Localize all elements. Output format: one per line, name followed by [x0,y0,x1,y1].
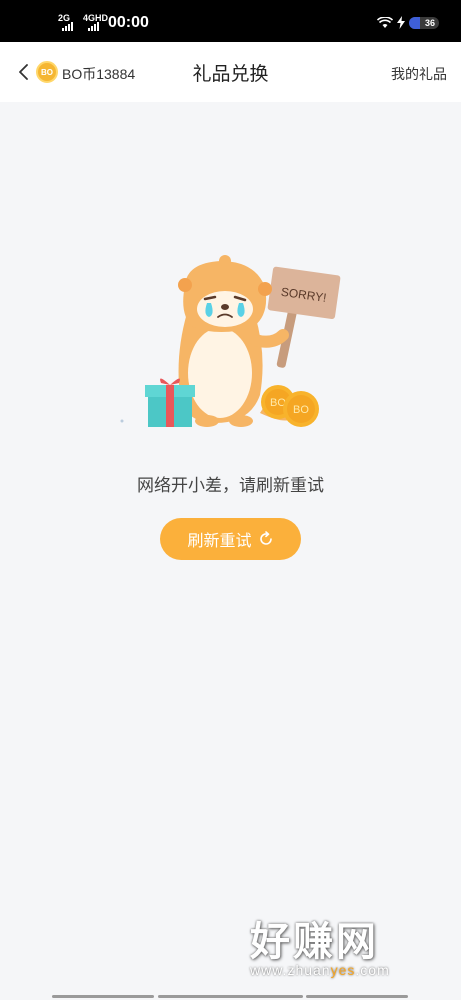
home-indicator [158,995,303,998]
clock: 00:00 [108,14,149,31]
signal-icon [88,22,99,31]
otter-belly [188,328,252,418]
sorry-sign: SORRY! [267,266,341,319]
refresh-icon [259,531,272,545]
refresh-button[interactable]: 刷新重试 [160,518,301,560]
sparkle-dot [120,419,124,423]
sorry-otter-illustration: SORRY! BO BO [120,255,341,427]
watermark: 好赚网 www.zhuanyes.com [250,920,450,978]
charging-icon [397,16,405,29]
battery-level: 36 [424,17,435,28]
network-error-message: 网络开小差，请刷新重试 [137,476,324,495]
otter-ear [258,282,272,296]
home-indicator [52,995,154,998]
tear [237,303,245,317]
gift-box-icon [145,378,195,427]
tear [205,303,213,317]
app-header: BO BO币13884 礼品兑换 我的礼品 [0,42,461,102]
watermark-title: 好赚网 [250,920,379,964]
coin-stack: BO BO [261,385,319,427]
status-bar: 2G 4GHD 00:00 36 [0,0,461,42]
signal-icon [62,22,73,31]
my-gifts-link[interactable]: 我的礼品 [391,64,447,84]
refresh-label: 刷新重试 [187,533,252,550]
wifi-icon [377,16,393,28]
otter-tuft [219,255,231,267]
home-indicator [306,995,408,998]
coin-label: BO [293,404,309,416]
watermark-url: www.zhuanyes.com [250,962,390,978]
battery-icon: 36 [409,16,439,29]
otter-ear [178,278,192,292]
